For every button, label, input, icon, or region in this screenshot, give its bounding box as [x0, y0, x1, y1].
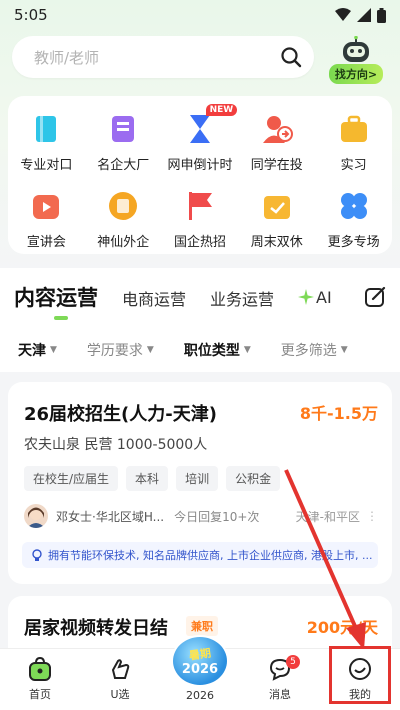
- status-bar: 5:05: [0, 0, 400, 30]
- nav-messages[interactable]: 5 消息: [240, 649, 320, 710]
- nav-uselect-label: U选: [110, 688, 130, 701]
- nav-uselect[interactable]: U选: [80, 649, 160, 710]
- quick-link-label: 国企热招: [173, 235, 226, 250]
- building-icon: [112, 116, 135, 142]
- reply-rate: 今日回复10+次: [174, 509, 260, 524]
- nav-2026-label: 2026: [186, 689, 214, 702]
- quick-link-item[interactable]: 更多专场: [315, 187, 392, 250]
- annotation-arrow: [284, 469, 366, 650]
- tab-business-ops[interactable]: 业务运营: [210, 286, 274, 310]
- signal-icon: [357, 8, 371, 22]
- quick-links-card: 专业对口 名企大厂 NEW 网申倒计时 同学在投 实习宣讲会 神仙外企 国企热招 周末双休 更多专…: [8, 96, 392, 254]
- filter-bar: 天津 ▼ 学历要求 ▼ 职位类型 ▼ 更多筛选 ▼: [0, 328, 400, 372]
- quick-link-label: 同学在投: [250, 158, 303, 173]
- summer-badge-year: 2026: [181, 661, 219, 677]
- battery-icon: [377, 7, 386, 23]
- part-time-badge: 兼职: [186, 616, 218, 636]
- find-direction-label: 找方向>: [328, 64, 384, 84]
- job-salary: 8千-1.5万: [299, 404, 378, 423]
- quick-link-label: 实习: [340, 158, 367, 173]
- category-tabs: 内容运营 电商运营 业务运营 AI: [0, 268, 400, 328]
- job-type-filter-label: 职位类型: [183, 343, 240, 359]
- quick-links-grid: 专业对口 名企大厂 NEW 网申倒计时 同学在投 实习宣讲会 神仙外企 国企热招 周末双休 更多专…: [8, 104, 392, 250]
- edit-tabs-icon[interactable]: [364, 286, 386, 308]
- tab-ai-label: AI: [316, 287, 332, 307]
- coin-icon: [109, 192, 138, 220]
- robot-mascot-icon: [343, 36, 369, 62]
- nav-2026[interactable]: 暑期 2026 2026: [160, 635, 240, 710]
- job-tag: 在校生/应届生: [24, 466, 119, 491]
- quick-link-item[interactable]: 名企大厂: [85, 110, 162, 173]
- job-title: 居家视频转发日结: [24, 618, 168, 639]
- job-tag: 公积金: [226, 466, 281, 491]
- quick-link-item[interactable]: 神仙外企: [85, 187, 162, 250]
- quick-link-label: 网申倒计时: [167, 158, 233, 173]
- quick-link-label: 专业对口: [20, 158, 73, 173]
- summer-2026-badge: 暑期 2026: [171, 635, 229, 687]
- search-icon[interactable]: [280, 46, 302, 68]
- briefcase-icon: [340, 115, 367, 142]
- recruiter-name: 邓女士·华北区域H...: [56, 509, 165, 524]
- find-direction-button[interactable]: 找方向>: [324, 36, 388, 86]
- search-input[interactable]: 教师/老师: [12, 36, 314, 78]
- book-icon: [36, 116, 57, 142]
- home-bag-icon: [29, 656, 51, 681]
- classmate-icon: [262, 116, 293, 143]
- summer-badge-top: 暑期: [188, 646, 212, 662]
- annotation-highlight-box: [329, 646, 391, 704]
- unread-count-badge: 5: [286, 655, 300, 669]
- clover-icon: [340, 193, 367, 219]
- flag-icon: [188, 192, 212, 220]
- quick-link-label: 神仙外企: [97, 235, 150, 250]
- lightbulb-icon: [32, 549, 42, 561]
- quick-link-item[interactable]: 国企热招: [162, 187, 239, 250]
- chevron-down-icon: ▼: [50, 345, 57, 355]
- more-filters-label: 更多筛选: [280, 343, 337, 359]
- nav-messages-label: 消息: [269, 688, 291, 701]
- quick-link-label: 宣讲会: [26, 235, 66, 250]
- job-title: 26届校招生(人力-天津): [24, 404, 217, 425]
- quick-link-item[interactable]: 周末双休: [238, 187, 315, 250]
- video-icon: [33, 195, 60, 219]
- chevron-down-icon: ▼: [243, 345, 251, 355]
- hand-heart-icon: [111, 659, 130, 679]
- city-filter-label: 天津: [18, 343, 46, 359]
- search-placeholder: 教师/老师: [34, 48, 100, 67]
- tab-ecommerce-ops[interactable]: 电商运营: [122, 286, 186, 310]
- more-filters[interactable]: 更多筛选 ▼: [281, 340, 348, 360]
- education-filter[interactable]: 学历要求 ▼: [87, 340, 154, 360]
- clock: 5:05: [14, 6, 48, 24]
- new-badge: NEW: [205, 104, 238, 116]
- quick-link-item[interactable]: 实习: [315, 110, 392, 173]
- quick-link-item[interactable]: 专业对口: [8, 110, 85, 173]
- quick-link-label: 名企大厂: [97, 158, 150, 173]
- job-type-filter[interactable]: 职位类型 ▼: [184, 340, 251, 360]
- quick-link-item[interactable]: NEW 网申倒计时: [162, 104, 239, 173]
- education-filter-label: 学历要求: [86, 343, 143, 359]
- quick-link-item[interactable]: 同学在投: [238, 110, 315, 173]
- nav-home[interactable]: 首页: [0, 649, 80, 710]
- job-tag: 培训: [176, 466, 219, 491]
- company-info: 农夫山泉 民营 1000-5000人: [24, 437, 208, 453]
- chevron-down-icon: ▼: [146, 345, 154, 355]
- city-filter[interactable]: 天津 ▼: [18, 340, 57, 360]
- calendar-icon: [263, 196, 290, 219]
- quick-link-label: 周末双休: [250, 235, 303, 250]
- job-tags: 在校生/应届生 本科 培训 公积金: [24, 466, 281, 491]
- chevron-down-icon: ▼: [340, 345, 348, 355]
- avatar: [24, 504, 48, 528]
- sparkle-icon: [298, 289, 315, 305]
- tab-ai[interactable]: AI: [298, 288, 332, 307]
- quick-link-label: 更多专场: [327, 235, 380, 250]
- wifi-icon: [335, 8, 351, 21]
- nav-home-label: 首页: [29, 688, 51, 701]
- quick-link-item[interactable]: 宣讲会: [8, 187, 85, 250]
- search-row: 教师/老师 找方向>: [12, 36, 388, 86]
- tab-content-ops[interactable]: 内容运营: [14, 282, 98, 320]
- job-tag: 本科: [126, 466, 169, 491]
